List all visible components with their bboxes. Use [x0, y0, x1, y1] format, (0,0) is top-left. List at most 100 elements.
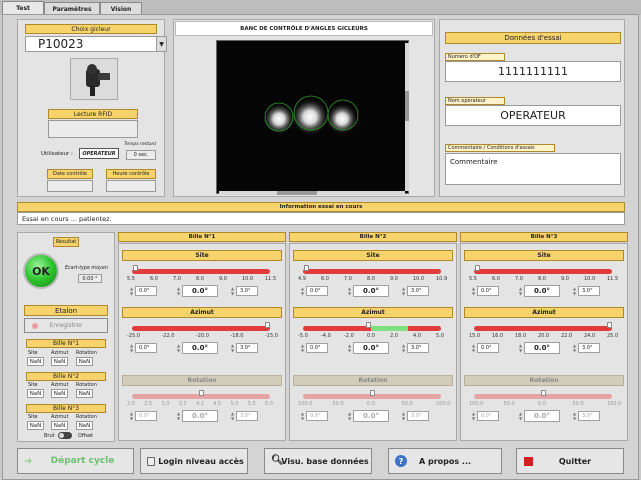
visu-base-button[interactable]: 🔍︎ Visu. base données [264, 448, 372, 474]
spinner-icon[interactable]: ▲ ▼ [471, 411, 476, 421]
spinner-icon[interactable]: ▲ ▼ [572, 411, 577, 421]
bille-1-azimut-tick: -25.0 [127, 333, 140, 339]
spinner-icon[interactable]: ▲ ▼ [300, 343, 305, 353]
utilisateur-value: OPERATEUR [79, 148, 119, 159]
bille-3-rotation-min[interactable]: 0.0° [477, 411, 499, 421]
bille-1-rotation-max[interactable]: 3.0° [236, 411, 258, 421]
bille-3-azimut-tick: 16.0 [492, 333, 504, 339]
bille-3-azimut-slider-thumb[interactable] [607, 322, 613, 328]
bille-1-rotation-slider-thumb[interactable] [199, 390, 204, 396]
quitter-button[interactable]: Quitter [516, 448, 624, 474]
bille-2-site-min[interactable]: 0.0° [306, 286, 328, 296]
etalon-b1-site: NaN [27, 357, 44, 366]
bille-2-azimut-tick: -2.0 [344, 333, 354, 339]
spinner-icon[interactable]: ▲ ▼ [518, 343, 523, 353]
bille-1-azimut-tick: -18.0 [230, 333, 244, 339]
bille-3-rotation-slider-thumb[interactable] [541, 390, 546, 396]
spinner-icon[interactable]: ▲ ▼ [129, 343, 134, 353]
spinner-icon[interactable]: ▲ ▼ [176, 411, 181, 421]
bille-1-site-slider-thumb[interactable] [132, 265, 138, 271]
depart-cycle-button[interactable]: ➜ Départ cycle [17, 448, 134, 474]
bille-1-site-tick: 11.5 [265, 276, 277, 282]
bille-3-site-slider[interactable] [474, 269, 612, 274]
choix-gicleur-select[interactable]: P10023 ▼ [25, 36, 167, 52]
spinner-icon[interactable]: ▲ ▼ [518, 411, 523, 421]
bille-2-azimut-min[interactable]: 0.0° [306, 343, 328, 353]
bille-1-azimut-slider[interactable] [132, 326, 270, 331]
bille-1-azimut-max[interactable]: 3.0° [236, 343, 258, 353]
of-field[interactable]: 1111111111 [445, 61, 621, 82]
etalon-b3-rotation: NaN [76, 421, 93, 430]
etalon-title: Etalon [24, 305, 108, 316]
bille-3-site-min[interactable]: 0.0° [477, 286, 499, 296]
bille-3-azimut-min[interactable]: 0.0° [477, 343, 499, 353]
spinner-icon[interactable]: ▲ ▼ [176, 343, 181, 353]
spinner-icon[interactable]: ▲ ▼ [129, 286, 134, 296]
spinner-icon[interactable]: ▲ ▼ [401, 343, 406, 353]
bille-2-site-tick: 9.0 [390, 276, 398, 282]
bille-2-site-tick: 7.0 [344, 276, 352, 282]
bille-2-site-slider-thumb[interactable] [303, 265, 309, 271]
bille-1-site-slider[interactable] [132, 269, 270, 274]
spinner-icon[interactable]: ▲ ▼ [401, 286, 406, 296]
bille-2-rotation-min[interactable]: 0.0° [306, 411, 328, 421]
spinner-icon[interactable]: ▲ ▼ [230, 343, 235, 353]
spinner-icon[interactable]: ▲ ▼ [471, 286, 476, 296]
nom-operateur-field[interactable]: OPERATEUR [445, 105, 621, 126]
bille-2-azimut-tick: 4.0 [413, 333, 421, 339]
bille-1-rotation-min[interactable]: 0.0° [135, 411, 157, 421]
bille-2-rotation-tick: 100.0 [298, 401, 313, 407]
bille-2-rotation-slider-thumb[interactable] [370, 390, 375, 396]
bille-1-site-tick: 9.0 [219, 276, 227, 282]
bille-1-azimut-slider-thumb[interactable] [265, 322, 271, 328]
bille-2-rotation-tick: 0.0 [367, 401, 375, 407]
spinner-icon[interactable]: ▲ ▼ [129, 411, 134, 421]
bille-2-azimut-tick: -5.0 [298, 333, 308, 339]
bille-3-site-max[interactable]: 3.0° [578, 286, 600, 296]
bille-1-rotation-tick: 5.0 [230, 401, 239, 407]
bille-2-site-tick: 4.9 [298, 276, 306, 282]
arrow-right-icon: ➜ [24, 456, 33, 467]
tab-test[interactable]: Test [2, 1, 44, 15]
spinner-icon[interactable]: ▲ ▼ [471, 343, 476, 353]
bille-1-site-max[interactable]: 3.0° [236, 286, 258, 296]
bille-1-site-min[interactable]: 0.0° [135, 286, 157, 296]
etalon-b2-rotation: NaN [76, 389, 93, 398]
bille-2-azimut-slider-thumb[interactable] [365, 322, 371, 328]
bille-2-site-tick: 6.0 [321, 276, 329, 282]
stop-icon [524, 457, 533, 466]
spinner-icon[interactable]: ▲ ▼ [230, 411, 235, 421]
bille-3-site-slider-thumb[interactable] [474, 265, 480, 271]
spinner-icon[interactable]: ▲ ▼ [572, 286, 577, 296]
spinner-icon[interactable]: ▲ ▼ [300, 286, 305, 296]
bille-3-azimut-slider[interactable] [474, 326, 612, 331]
spinner-icon[interactable]: ▲ ▼ [347, 411, 352, 421]
bille-2-site-slider[interactable] [303, 269, 441, 274]
bille-3-rotation-max[interactable]: 3.0° [578, 411, 600, 421]
bille-3-rotation-tick: 0.0 [538, 401, 546, 407]
spinner-icon[interactable]: ▲ ▼ [572, 343, 577, 353]
commentaire-field[interactable]: Commentaire [445, 153, 621, 185]
chevron-down-icon[interactable]: ▼ [156, 37, 166, 51]
login-button[interactable]: Login niveau accès [140, 448, 248, 474]
etalon-bille-2-label: Bille N°2 [26, 372, 106, 381]
a-propos-button[interactable]: ? A propos ... [388, 448, 502, 474]
bille-3-azimut-max[interactable]: 3.0° [578, 343, 600, 353]
spinner-icon[interactable]: ▲ ▼ [176, 286, 181, 296]
spinner-icon[interactable]: ▲ ▼ [518, 286, 523, 296]
bille-2-rotation-max[interactable]: 3.0° [407, 411, 429, 421]
bille-2-rotation-value: 0.0° [353, 410, 389, 422]
bille-1-rotation-tick: 4.1 [196, 401, 204, 407]
spinner-icon[interactable]: ▲ ▼ [347, 286, 352, 296]
spinner-icon[interactable]: ▲ ▼ [300, 411, 305, 421]
info-message: Essai en cours ... patientez. [17, 212, 625, 225]
enregistrer-button[interactable]: Enregistrer [24, 318, 108, 333]
spinner-icon[interactable]: ▲ ▼ [401, 411, 406, 421]
spinner-icon[interactable]: ▲ ▼ [230, 286, 235, 296]
brut-offset-toggle[interactable] [58, 432, 72, 439]
bille-2-site-max[interactable]: 3.0° [407, 286, 429, 296]
bille-1-azimut-min[interactable]: 0.0° [135, 343, 157, 353]
date-controle-value [47, 180, 93, 192]
spinner-icon[interactable]: ▲ ▼ [347, 343, 352, 353]
bille-2-azimut-max[interactable]: 3.0° [407, 343, 429, 353]
